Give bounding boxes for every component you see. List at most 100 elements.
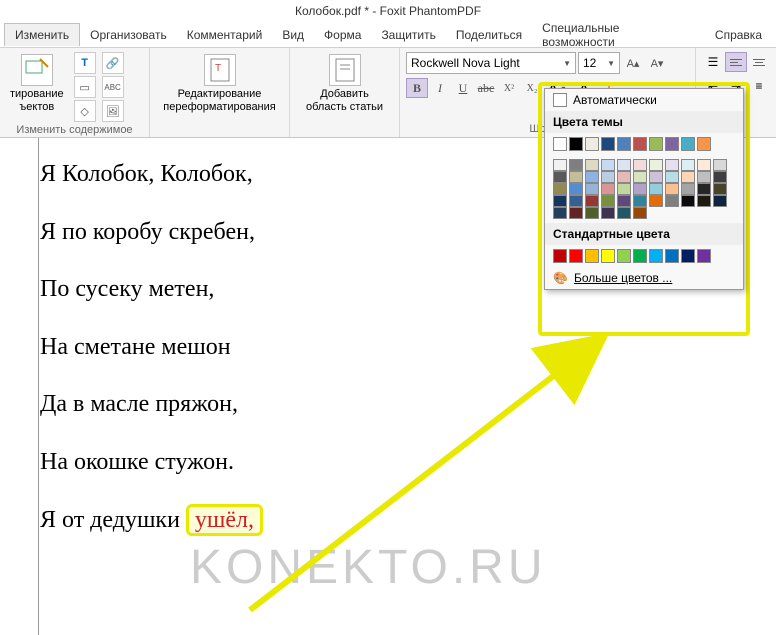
color-swatch[interactable]: [569, 183, 583, 195]
bullet-list-button[interactable]: ☰: [702, 52, 724, 72]
color-swatch[interactable]: [633, 195, 647, 207]
color-swatch[interactable]: [633, 183, 647, 195]
color-swatch[interactable]: [553, 137, 567, 151]
color-swatch[interactable]: [553, 207, 567, 219]
color-swatch[interactable]: [585, 183, 599, 195]
doc-line-4[interactable]: На сметане мешон: [40, 331, 736, 365]
link-tool-button[interactable]: 🔗: [102, 52, 124, 74]
color-swatch[interactable]: [633, 137, 647, 151]
color-swatch[interactable]: [665, 137, 679, 151]
edit-objects-button[interactable]: тирование ъектов: [6, 52, 68, 116]
color-swatch[interactable]: [585, 159, 599, 171]
add-area-button[interactable]: Добавить область статьи: [302, 52, 387, 116]
color-swatch[interactable]: [649, 249, 663, 263]
menu-share[interactable]: Поделиться: [446, 24, 532, 46]
color-swatch[interactable]: [713, 171, 727, 183]
shape-tool-button[interactable]: ◇: [74, 100, 96, 122]
color-swatch[interactable]: [713, 159, 727, 171]
doc-line-7a[interactable]: Я от дедушки: [40, 507, 186, 533]
color-swatch[interactable]: [569, 249, 583, 263]
color-swatch[interactable]: [681, 171, 695, 183]
color-swatch[interactable]: [585, 207, 599, 219]
doc-line-5[interactable]: Да в масле пряжон,: [40, 388, 736, 422]
color-swatch[interactable]: [617, 183, 631, 195]
color-swatch[interactable]: [665, 249, 679, 263]
color-swatch[interactable]: [585, 195, 599, 207]
color-swatch[interactable]: [681, 159, 695, 171]
color-swatch[interactable]: [665, 159, 679, 171]
color-swatch[interactable]: [601, 207, 615, 219]
color-swatch[interactable]: [649, 195, 663, 207]
color-swatch[interactable]: [697, 159, 711, 171]
color-swatch[interactable]: [617, 207, 631, 219]
highlighted-word[interactable]: ушёл,: [186, 504, 263, 536]
more-colors-row[interactable]: 🎨 Больше цветов ...: [545, 267, 743, 289]
color-swatch[interactable]: [617, 249, 631, 263]
color-swatch[interactable]: [649, 137, 663, 151]
color-swatch[interactable]: [633, 249, 647, 263]
abc-tool-button[interactable]: ABC: [102, 76, 124, 98]
color-swatch[interactable]: [633, 171, 647, 183]
text-tool-button[interactable]: T: [74, 52, 96, 74]
color-swatch[interactable]: [569, 207, 583, 219]
color-swatch[interactable]: [601, 183, 615, 195]
color-swatch[interactable]: [649, 159, 663, 171]
color-swatch[interactable]: [569, 137, 583, 151]
bold-button[interactable]: B: [406, 78, 428, 98]
edit-reformat-button[interactable]: T Редактирование переформатирования: [159, 52, 279, 116]
doc-line-6[interactable]: На окошке стужон.: [40, 446, 736, 480]
align-center-button[interactable]: [748, 52, 770, 72]
color-swatch[interactable]: [569, 171, 583, 183]
color-swatch[interactable]: [617, 159, 631, 171]
menu-comment[interactable]: Комментарий: [177, 24, 273, 46]
grow-font-button[interactable]: A▴: [622, 52, 644, 74]
color-swatch[interactable]: [617, 195, 631, 207]
color-swatch[interactable]: [713, 183, 727, 195]
color-swatch[interactable]: [681, 195, 695, 207]
menu-help[interactable]: Справка: [705, 24, 772, 46]
color-swatch[interactable]: [697, 137, 711, 151]
color-swatch[interactable]: [697, 195, 711, 207]
color-swatch[interactable]: [585, 249, 599, 263]
color-swatch[interactable]: [617, 137, 631, 151]
color-swatch[interactable]: [681, 137, 695, 151]
line-spacing-button[interactable]: ≡: [748, 76, 770, 96]
color-swatch[interactable]: [585, 171, 599, 183]
color-swatch[interactable]: [569, 195, 583, 207]
color-swatch[interactable]: [601, 249, 615, 263]
menu-view[interactable]: Вид: [272, 24, 314, 46]
color-swatch[interactable]: [665, 195, 679, 207]
color-swatch[interactable]: [633, 159, 647, 171]
color-swatch[interactable]: [585, 137, 599, 151]
color-swatch[interactable]: [601, 171, 615, 183]
font-family-select[interactable]: Rockwell Nova Light ▼: [406, 52, 576, 74]
align-left-button[interactable]: [725, 52, 747, 72]
menu-organize[interactable]: Организовать: [80, 24, 177, 46]
color-swatch[interactable]: [681, 249, 695, 263]
subscript-button[interactable]: X₂: [521, 78, 543, 98]
color-swatch[interactable]: [553, 171, 567, 183]
color-swatch[interactable]: [649, 171, 663, 183]
color-swatch[interactable]: [697, 183, 711, 195]
image-tool-button[interactable]: 🖼: [102, 100, 124, 122]
shrink-font-button[interactable]: A▾: [646, 52, 668, 74]
menu-protect[interactable]: Защитить: [371, 24, 445, 46]
color-swatch[interactable]: [665, 171, 679, 183]
color-swatch[interactable]: [553, 159, 567, 171]
color-swatch[interactable]: [617, 171, 631, 183]
font-size-select[interactable]: 12 ▼: [578, 52, 620, 74]
color-swatch[interactable]: [569, 159, 583, 171]
underline-button[interactable]: U: [452, 78, 474, 98]
color-swatch[interactable]: [553, 249, 567, 263]
menu-form[interactable]: Форма: [314, 24, 371, 46]
superscript-button[interactable]: X²: [498, 78, 520, 98]
color-swatch[interactable]: [649, 183, 663, 195]
color-swatch[interactable]: [601, 137, 615, 151]
color-swatch[interactable]: [665, 183, 679, 195]
color-swatch[interactable]: [553, 195, 567, 207]
color-swatch[interactable]: [601, 159, 615, 171]
color-swatch[interactable]: [601, 195, 615, 207]
color-swatch[interactable]: [697, 171, 711, 183]
color-swatch[interactable]: [553, 183, 567, 195]
color-swatch[interactable]: [713, 195, 727, 207]
